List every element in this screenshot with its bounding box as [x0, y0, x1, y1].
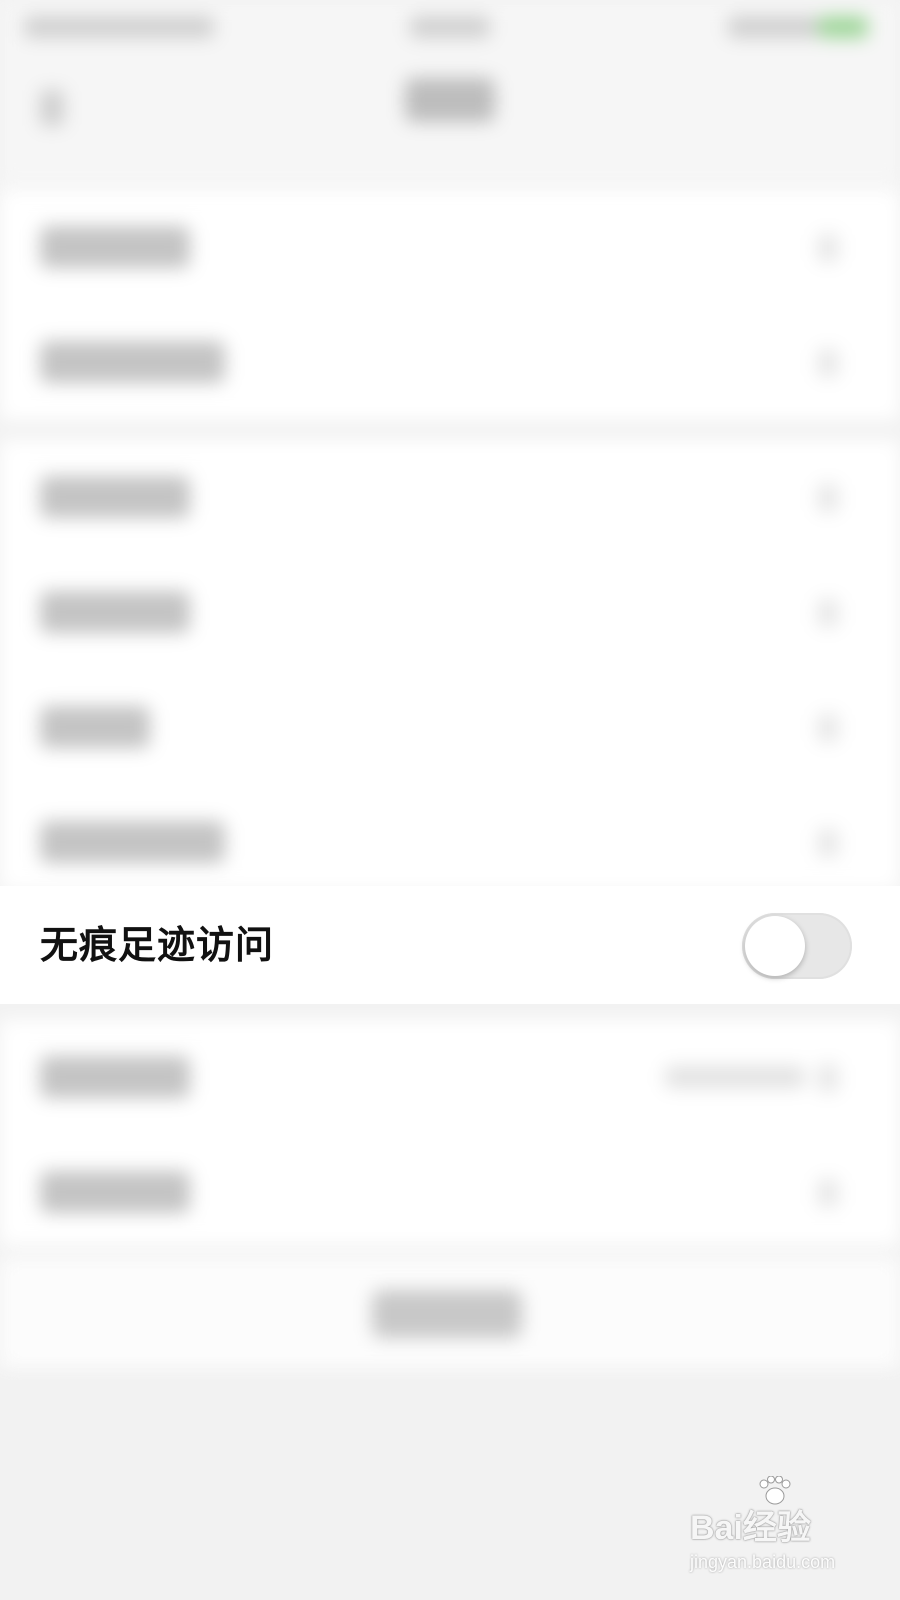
- chevron-right-icon: [818, 714, 838, 742]
- row-label: [40, 1171, 190, 1213]
- row-label: [40, 706, 150, 748]
- watermark-brand: Bai经验: [690, 1509, 811, 1547]
- chevron-right-icon: [818, 1064, 838, 1092]
- baidu-jingyan-watermark: Bai经验 jingyan.baidu.com: [690, 1476, 880, 1590]
- incognito-footprint-label: 无痕足迹访问: [40, 923, 275, 967]
- row-value: [665, 1066, 805, 1088]
- status-carrier: [24, 16, 214, 38]
- bottom-action-button[interactable]: [372, 1290, 522, 1338]
- settings-row[interactable]: [0, 555, 900, 670]
- row-label: [40, 476, 190, 518]
- status-time: [410, 16, 490, 38]
- row-label: [40, 591, 190, 633]
- settings-row-incognito-footprint: 无痕足迹访问: [0, 886, 900, 1004]
- battery-icon: [818, 16, 868, 38]
- blurred-background: [0, 0, 900, 1600]
- settings-group-1: [0, 190, 900, 420]
- chevron-right-icon: [818, 349, 838, 377]
- chevron-right-icon: [818, 829, 838, 857]
- chevron-left-icon[interactable]: [40, 90, 64, 126]
- settings-row[interactable]: [0, 785, 900, 900]
- toggle-knob[interactable]: [745, 916, 805, 976]
- row-label: [40, 821, 225, 863]
- chevron-right-icon: [818, 599, 838, 627]
- watermark-url: jingyan.baidu.com: [690, 1552, 836, 1572]
- settings-group-3: [0, 1020, 900, 1245]
- chevron-right-icon: [818, 484, 838, 512]
- row-label: [40, 226, 190, 268]
- settings-row[interactable]: [0, 305, 900, 420]
- settings-row[interactable]: [0, 1020, 900, 1135]
- settings-row[interactable]: [0, 190, 900, 305]
- nav-bar: [0, 60, 900, 185]
- settings-row[interactable]: [0, 670, 900, 785]
- row-label: [40, 341, 225, 383]
- chevron-right-icon: [818, 234, 838, 262]
- settings-row[interactable]: [0, 1135, 900, 1250]
- row-label: [40, 1056, 190, 1098]
- chevron-right-icon: [818, 1179, 838, 1207]
- settings-screen: 无痕足迹访问 Bai经验 jingyan.baidu.com: [0, 0, 900, 1600]
- status-bar: [0, 0, 900, 60]
- settings-group-2: [0, 440, 900, 890]
- page-title: [405, 78, 495, 122]
- settings-row[interactable]: [0, 440, 900, 555]
- incognito-footprint-toggle[interactable]: [742, 913, 852, 979]
- status-icons: [728, 16, 818, 38]
